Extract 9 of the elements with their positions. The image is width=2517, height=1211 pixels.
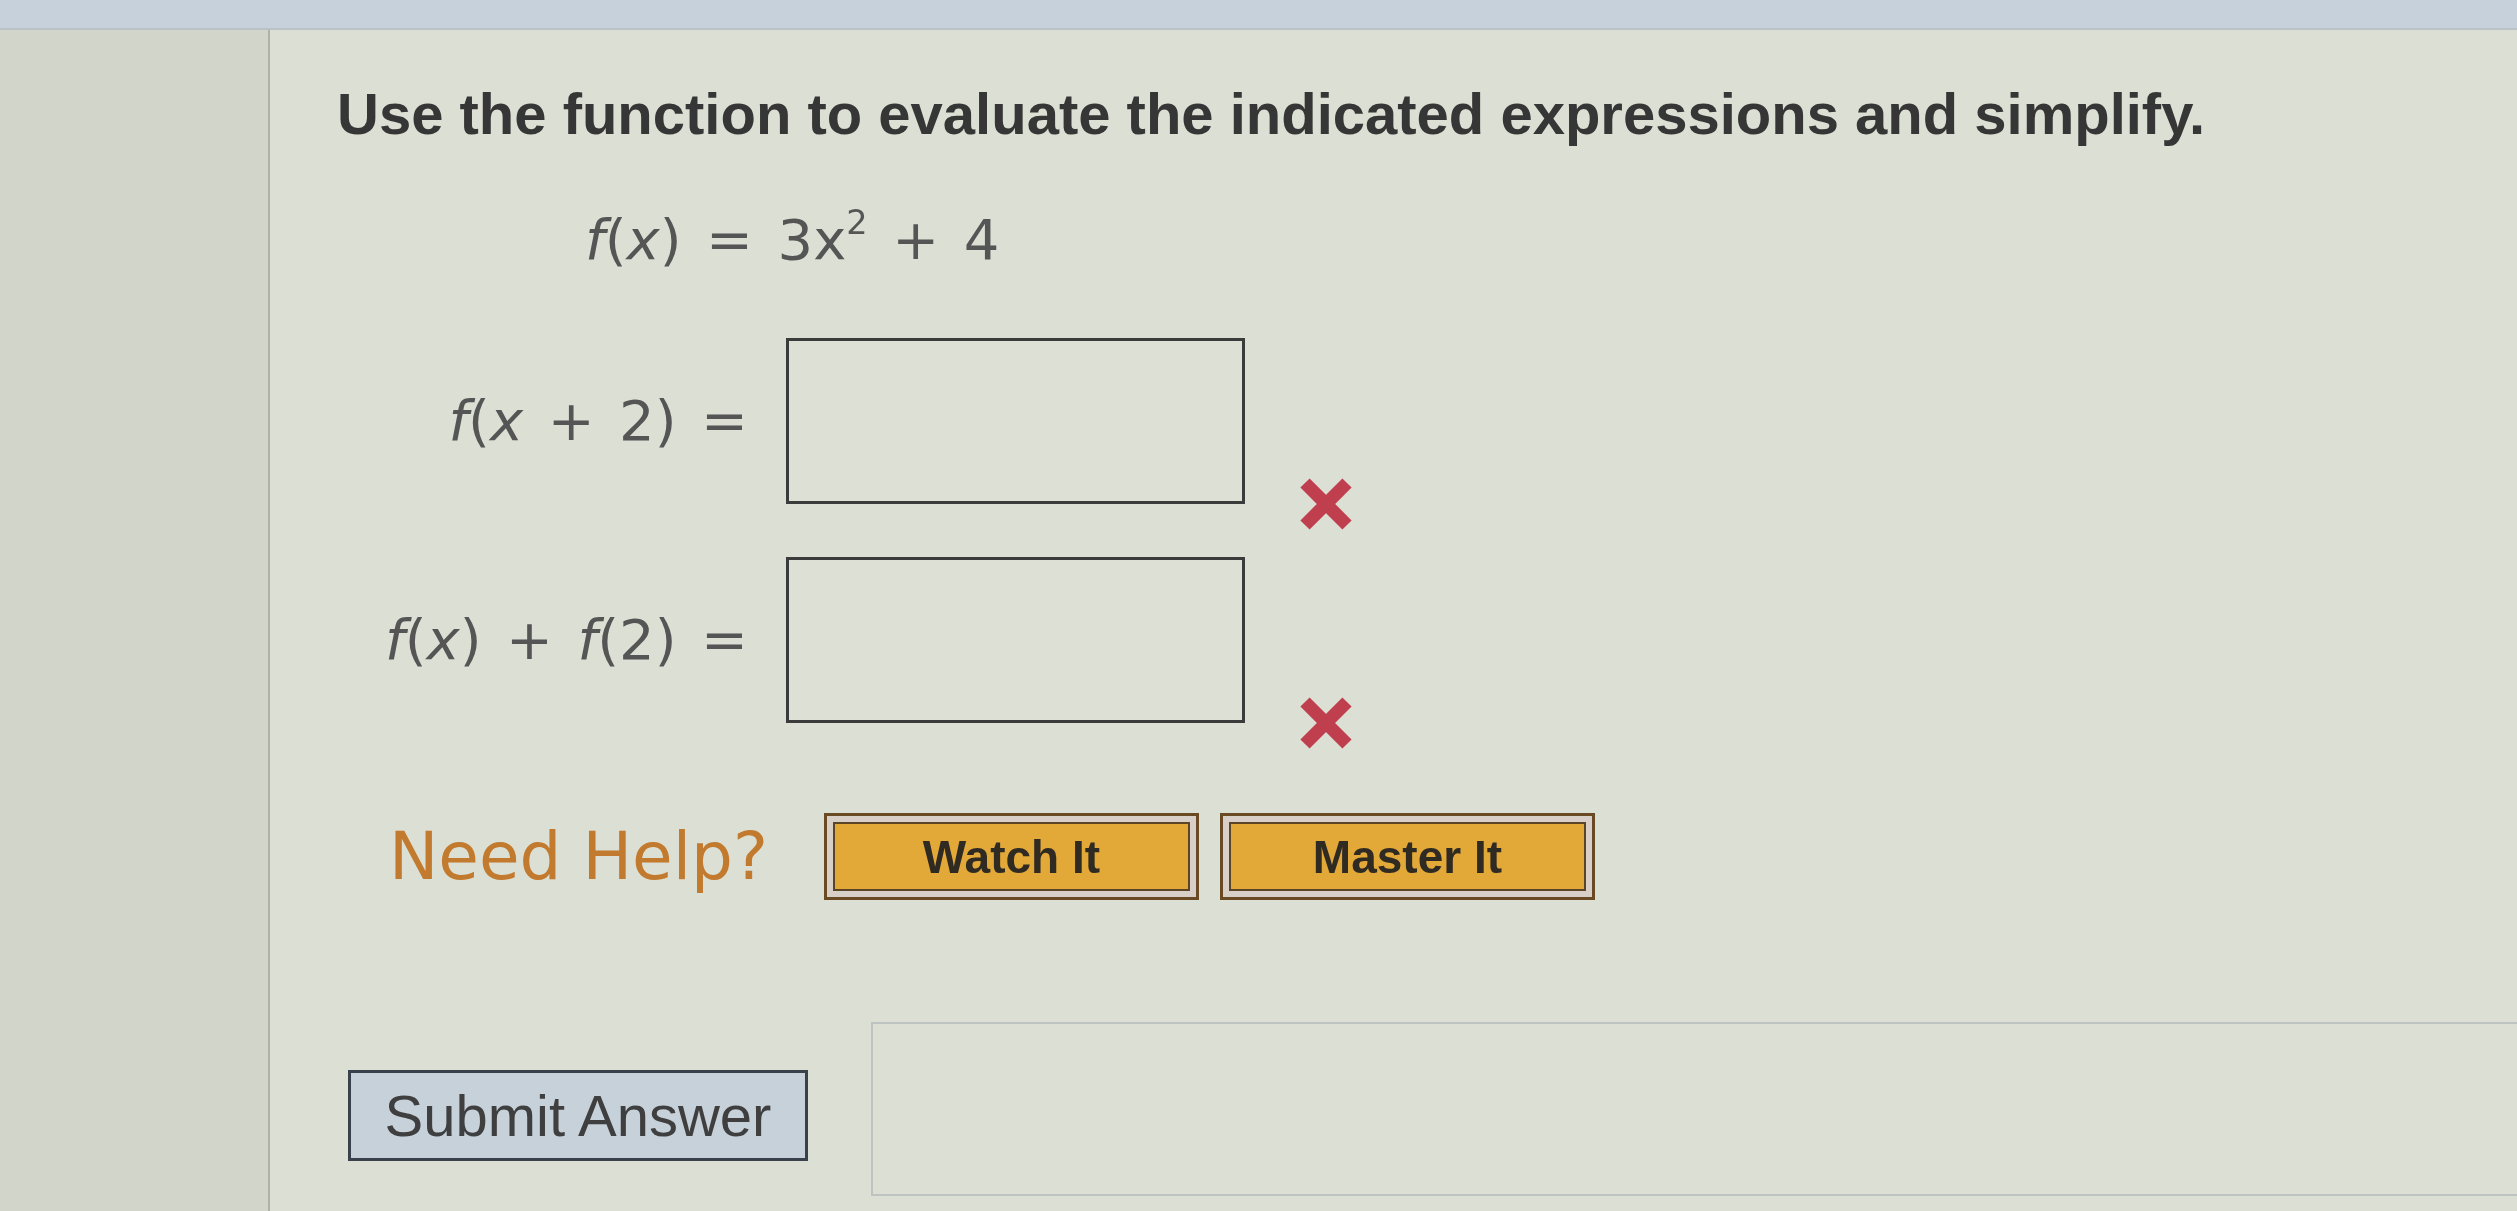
answer-box[interactable] bbox=[786, 557, 1245, 723]
expression-label: f(x + 2) = bbox=[447, 387, 748, 455]
instruction-text: Use the function to evaluate the indicated expressions and simplify. bbox=[337, 80, 2206, 147]
expression-label: f(x) + f(2) = bbox=[383, 606, 748, 674]
help-button[interactable]: Master It bbox=[1219, 813, 1595, 900]
help-button[interactable]: Watch It bbox=[823, 813, 1199, 900]
function-formula: f(x) = 3x$^{2}$ + 4 bbox=[585, 205, 1000, 274]
submit-button[interactable]: Submit Answer bbox=[348, 1070, 808, 1161]
answer-box[interactable] bbox=[786, 338, 1245, 504]
